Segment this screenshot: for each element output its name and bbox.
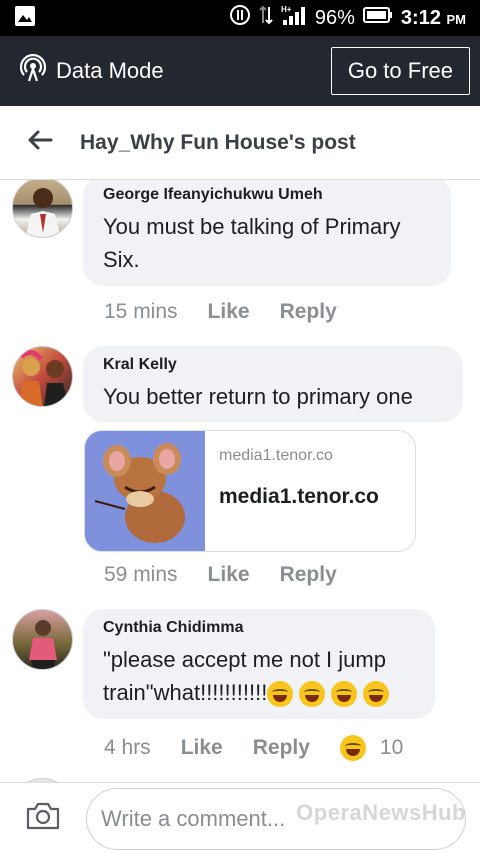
comments-feed[interactable]: George Ifeanyichukwu Umeh You must be ta… (0, 180, 480, 782)
svg-text:H+: H+ (281, 5, 292, 14)
avatar[interactable] (12, 346, 73, 407)
clock: 3:12 PM (400, 6, 466, 29)
link-domain: media1.tenor.co (219, 447, 333, 464)
battery-percent: 96% (314, 6, 355, 29)
comment-time: 4 hrs (104, 736, 151, 759)
comment-bubble[interactable]: George Ifeanyichukwu Umeh You must be ta… (83, 180, 451, 286)
laughing-emoji-icon (267, 681, 294, 708)
data-transfer-icon (259, 5, 273, 31)
camera-button[interactable] (0, 801, 86, 836)
battery-icon (362, 6, 393, 30)
reply-button[interactable]: Reply (253, 736, 310, 760)
comment-author[interactable]: Cynthia Chidimma (103, 619, 415, 637)
avatar[interactable] (12, 180, 73, 238)
comment-text: "please accept me not I jump (103, 647, 386, 672)
comment-actions: 15 mins Like Reply (104, 300, 337, 324)
comment-author[interactable]: George Ifeanyichukwu Umeh (103, 186, 431, 204)
comment-bubble[interactable]: Kral Kelly You better return to primary … (83, 346, 463, 422)
rolling-laughing-emoji-icon (363, 681, 390, 708)
link-title[interactable]: media1.tenor.co (219, 485, 379, 509)
like-button[interactable]: Like (208, 300, 250, 324)
comment-time: 59 mins (104, 563, 178, 586)
data-mode-bar: Data Mode Go to Free (0, 36, 480, 106)
data-mode-indicator: Data Mode (19, 53, 164, 88)
link-preview-card[interactable]: media1.tenor.co media1.tenor.co (84, 430, 416, 552)
data-saver-icon (229, 4, 251, 32)
laughing-emoji-icon (299, 681, 326, 708)
camera-icon (25, 801, 61, 836)
back-button[interactable] (0, 129, 80, 156)
reply-button[interactable]: Reply (280, 300, 337, 324)
reaction-count[interactable]: 10 (380, 736, 403, 760)
data-mode-label: Data Mode (56, 58, 164, 83)
comment-text: You better return to primary one (103, 384, 413, 409)
page-title: Hay_Why Fun House's post (80, 130, 356, 154)
reply-button[interactable]: Reply (280, 563, 337, 587)
comment-text: train"what!!!!!!!!!!! (103, 676, 415, 709)
comment-bubble[interactable]: Cynthia Chidimma "please accept me not I… (83, 609, 435, 719)
like-button[interactable]: Like (181, 736, 223, 760)
post-header: Hay_Why Fun House's post (0, 106, 480, 180)
gif-thumbnail (85, 431, 205, 551)
comment-time: 15 mins (104, 300, 178, 323)
comment-actions: 59 mins Like Reply (104, 563, 337, 587)
go-to-free-button[interactable]: Go to Free (330, 47, 470, 95)
like-button[interactable]: Like (208, 563, 250, 587)
laughing-emoji-icon (331, 681, 358, 708)
back-arrow-icon (27, 129, 53, 156)
signal-icon: H+ (281, 4, 307, 32)
comment-actions: 4 hrs Like Reply 10 (104, 735, 403, 761)
status-bar: H+ 96% 3:12 PM (0, 0, 480, 36)
watermark: OperaNewsHub (296, 800, 466, 825)
broadcast-icon (19, 53, 47, 88)
haha-reaction-icon[interactable] (339, 735, 366, 761)
comment-text: You must be talking of Primary (103, 214, 401, 239)
comment-text: Six. (103, 247, 140, 272)
comment-author[interactable]: Kral Kelly (103, 356, 443, 374)
gallery-icon (14, 5, 36, 32)
avatar[interactable] (12, 609, 73, 670)
